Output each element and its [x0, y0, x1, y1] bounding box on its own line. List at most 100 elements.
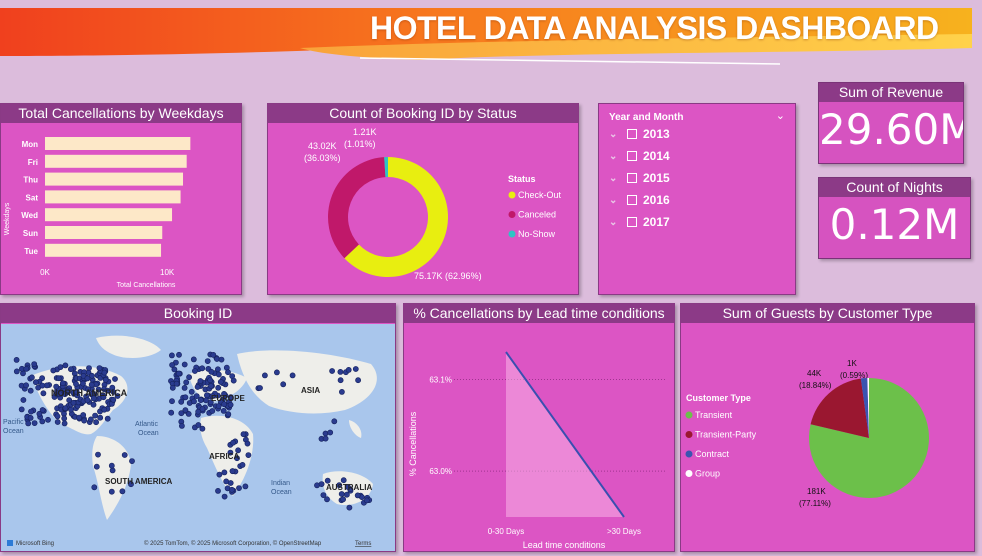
- map-location-dot: [193, 393, 200, 399]
- booking-map[interactable]: NORTH AMERICA EUROPE ASIA AFRICA SOUTH A…: [1, 324, 395, 551]
- year-month-slicer[interactable]: Year and Month ⌄ ⌄ 2013 ⌄ 2014 ⌄ 2015 ⌄ 2016…: [598, 103, 796, 295]
- revenue-kpi-card[interactable]: Sum of Revenue 29.60M: [818, 82, 964, 164]
- map-location-dot: [80, 380, 86, 387]
- guests-chart-title: Sum of Guests by Customer Type: [681, 304, 974, 323]
- map-location-dot: [129, 458, 135, 464]
- guests-customer-type-card[interactable]: Sum of Guests by Customer Type Customer …: [680, 303, 975, 552]
- map-location-dot: [245, 452, 252, 458]
- map-location-dot: [181, 361, 188, 368]
- status-slice-canceled: [328, 157, 386, 259]
- map-attribution: © 2025 TomTom, © 2025 Microsoft Corporat…: [144, 540, 322, 547]
- status-label-checkout-value: 75.17K: [414, 271, 443, 281]
- map-location-dot: [210, 351, 217, 358]
- map-location-dot: [33, 379, 39, 386]
- map-location-dot: [175, 370, 182, 377]
- map-location-dot: [215, 371, 222, 378]
- map-location-dot: [88, 381, 95, 388]
- map-location-dot: [13, 357, 20, 363]
- map-label-indian: Indian: [271, 480, 290, 487]
- checkbox[interactable]: [627, 173, 637, 183]
- map-location-dot: [39, 382, 46, 389]
- map-location-dot: [363, 497, 370, 504]
- map-label-europe: EUROPE: [211, 394, 245, 403]
- expand-icon[interactable]: ⌄: [609, 151, 621, 162]
- map-location-dot: [337, 377, 344, 384]
- map-location-dot: [28, 408, 34, 415]
- map-label-asia: ASIA: [301, 386, 320, 395]
- map-location-dot: [190, 356, 197, 363]
- checkbox[interactable]: [627, 217, 637, 227]
- slicer-item-2015[interactable]: ⌄ 2015: [609, 170, 670, 186]
- checkbox[interactable]: [627, 195, 637, 205]
- weekdays-cancellations-card[interactable]: Total Cancellations by Weekdays Weekdays…: [0, 103, 242, 295]
- map-location-dot: [104, 415, 111, 422]
- status-legend-marker-canceled: [508, 211, 516, 218]
- map-location-dot: [215, 384, 222, 391]
- map-location-dot: [352, 366, 359, 372]
- map-location-dot: [261, 372, 268, 379]
- map-location-dot: [225, 369, 231, 376]
- slicer-collapse-icon[interactable]: ⌄: [776, 109, 785, 122]
- map-location-dot: [54, 419, 61, 425]
- slicer-item-2014[interactable]: ⌄ 2014: [609, 148, 670, 164]
- guests-legend-contract: Contract: [695, 449, 730, 459]
- revenue-kpi-value: 29.60M: [819, 105, 964, 154]
- booking-map-card[interactable]: Booking ID NORTH AMERICA EUROPE ASIA AFR…: [0, 303, 396, 552]
- map-location-dot: [92, 412, 98, 419]
- weekday-bar-wed: [45, 208, 173, 222]
- map-location-dot: [45, 416, 51, 423]
- map-location-dot: [96, 365, 103, 371]
- map-location-dot: [68, 366, 74, 373]
- slicer-item-2013[interactable]: ⌄ 2013: [609, 126, 670, 142]
- nights-kpi-value: 0.12M: [829, 200, 960, 249]
- lead-time-card[interactable]: % Cancellations by Lead time conditions …: [403, 303, 675, 552]
- nights-kpi-card[interactable]: Count of Nights 0.12M: [818, 177, 971, 259]
- status-legend-no-show: No-Show: [518, 229, 556, 239]
- guests-legend-marker-group: [685, 470, 693, 477]
- map-location-dot: [109, 467, 116, 474]
- expand-icon[interactable]: ⌄: [609, 195, 621, 206]
- map-location-dot: [68, 406, 74, 413]
- expand-icon[interactable]: ⌄: [609, 129, 621, 140]
- lead-y-tick-1: 63.0%: [429, 467, 452, 476]
- weekday-label-thu: Thu: [23, 176, 38, 185]
- map-location-dot: [168, 409, 175, 416]
- map-location-dot: [228, 486, 235, 493]
- nights-kpi-label: Count of Nights: [819, 178, 970, 197]
- slicer-title: Year and Month: [609, 112, 684, 123]
- map-terms-link[interactable]: Terms: [355, 541, 371, 547]
- expand-icon[interactable]: ⌄: [609, 173, 621, 184]
- map-location-dot: [209, 408, 216, 414]
- map-location-dot: [178, 423, 185, 429]
- map-location-dot: [337, 369, 344, 375]
- weekdays-x-axis-label: Total Cancellations: [117, 282, 176, 289]
- map-location-dot: [13, 368, 20, 375]
- checkbox[interactable]: [627, 129, 637, 139]
- map-location-dot: [331, 418, 338, 425]
- map-label-atlantic: Atlantic: [135, 421, 158, 428]
- booking-status-card[interactable]: Count of Booking ID by Status 1.21K (1.0…: [267, 103, 579, 295]
- slicer-item-label: 2017: [643, 215, 670, 229]
- map-location-dot: [95, 451, 101, 458]
- map-location-dot: [199, 365, 206, 372]
- map-location-dot: [343, 491, 350, 498]
- map-location-dot: [320, 492, 327, 498]
- lead-chart-title: % Cancellations by Lead time conditions: [404, 304, 674, 323]
- map-location-dot: [322, 430, 329, 437]
- map-location-dot: [93, 419, 99, 426]
- map-location-dot: [216, 471, 223, 478]
- status-legend-marker-no-show: [508, 230, 516, 238]
- slicer-item-2016[interactable]: ⌄ 2016: [609, 192, 670, 208]
- slicer-item-2017[interactable]: ⌄ 2017: [609, 214, 670, 230]
- lead-x-tick-0-30-days: 0-30 Days: [488, 527, 524, 536]
- map-location-dot: [121, 452, 128, 458]
- weekdays-chart-title: Total Cancellations by Weekdays: [1, 104, 241, 123]
- guests-legend-transient: Transient: [695, 410, 733, 420]
- status-chart-title: Count of Booking ID by Status: [268, 104, 578, 123]
- checkbox[interactable]: [627, 151, 637, 161]
- guests-legend-marker-transient-party: [685, 431, 693, 438]
- map-logo: Microsoft Bing: [16, 541, 54, 547]
- map-location-dot: [168, 352, 175, 359]
- map-location-dot: [20, 397, 27, 403]
- expand-icon[interactable]: ⌄: [609, 217, 621, 228]
